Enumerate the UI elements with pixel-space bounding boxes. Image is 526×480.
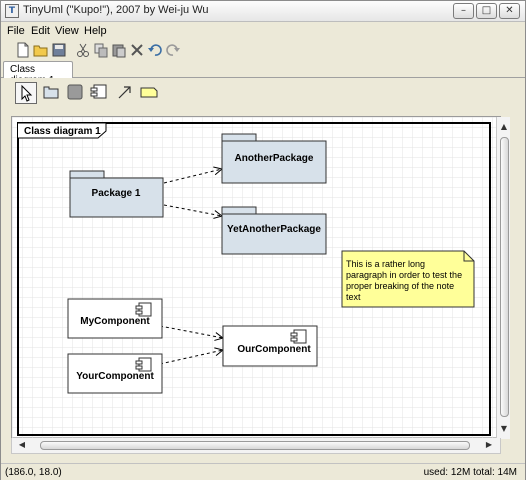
diagram-svg: Class diagram 1 Package 1 AnotherPackage (12, 117, 496, 439)
close-button[interactable]: ✕ (499, 3, 520, 19)
scroll-left-icon[interactable]: ◀ (15, 438, 29, 452)
component-name: YourComponent (76, 371, 154, 382)
arrow-pointer-icon (21, 84, 33, 102)
menu-bar: File Edit View Help (1, 22, 525, 40)
redo-icon[interactable] (165, 42, 181, 58)
menu-view[interactable]: View (55, 25, 79, 37)
maximize-button[interactable]: □ (476, 3, 497, 19)
note-line: proper breaking of the note (346, 281, 454, 291)
diagram-frame-label: Class diagram 1 (24, 126, 101, 137)
scroll-down-icon[interactable]: ▼ (497, 422, 511, 436)
component-name: MyComponent (80, 316, 150, 327)
tab-class-diagram-1[interactable]: Class diagram 1 (3, 61, 73, 86)
note-icon (140, 87, 158, 98)
scroll-right-icon[interactable]: ▶ (482, 438, 496, 452)
dependency-tool-button[interactable] (115, 82, 137, 104)
package-node[interactable]: AnotherPackage (221, 133, 327, 184)
vertical-scrollbar[interactable]: ▲ ▼ (496, 117, 510, 439)
component-node[interactable]: OurComponent (222, 325, 318, 367)
package-name: Package 1 (92, 188, 141, 199)
vertical-scroll-thumb[interactable] (500, 137, 509, 417)
delete-icon[interactable] (129, 42, 145, 58)
note-line: text (346, 292, 361, 302)
diagram-canvas[interactable]: Class diagram 1 Package 1 AnotherPackage (11, 116, 510, 439)
minimize-button[interactable]: – (453, 3, 474, 19)
dependency-arrow-icon (118, 86, 131, 99)
cut-icon[interactable] (75, 42, 91, 58)
select-tool-button[interactable] (15, 82, 37, 104)
save-icon[interactable] (51, 42, 67, 58)
app-icon: T (5, 4, 19, 18)
new-icon[interactable] (15, 42, 31, 58)
title-bar: T TinyUml ("Kupo!"), 2007 by Wei-ju Wu –… (1, 1, 525, 22)
horizontal-scroll-thumb[interactable] (40, 441, 470, 450)
menu-help[interactable]: Help (84, 25, 107, 37)
component-node[interactable]: YourComponent (67, 353, 163, 394)
package-icon (43, 86, 59, 99)
component-icon (90, 84, 107, 99)
menu-edit[interactable]: Edit (31, 25, 50, 37)
status-bar: (186.0, 18.0) used: 12M total: 14M (1, 463, 525, 480)
class-icon (67, 84, 83, 100)
paste-icon[interactable] (111, 42, 127, 58)
cursor-coordinates: (186.0, 18.0) (5, 467, 62, 478)
note-line: This is a rather long (346, 259, 425, 269)
class-tool-button[interactable] (65, 82, 87, 104)
window-title: TinyUml ("Kupo!"), 2007 by Wei-ju Wu (23, 4, 209, 16)
scroll-up-icon[interactable]: ▲ (497, 120, 511, 134)
memory-usage: used: 12M total: 14M (423, 467, 517, 478)
undo-icon[interactable] (147, 42, 163, 58)
tab-strip: Class diagram 1 (1, 60, 525, 86)
copy-icon[interactable] (93, 42, 109, 58)
package-node[interactable]: Package 1 (69, 170, 164, 218)
note-node[interactable]: This is a rather long paragraph in order… (341, 250, 475, 308)
package-node[interactable]: YetAnotherPackage (221, 206, 327, 255)
package-name: AnotherPackage (235, 153, 314, 164)
package-tool-button[interactable] (41, 82, 63, 104)
horizontal-scrollbar[interactable]: ◀ ▶ (11, 438, 501, 454)
note-line: paragraph in order to test the (346, 270, 462, 280)
open-icon[interactable] (33, 42, 49, 58)
component-name: OurComponent (237, 344, 311, 355)
toolbar (1, 40, 525, 60)
app-window: T TinyUml ("Kupo!"), 2007 by Wei-ju Wu –… (0, 0, 526, 480)
note-tool-button[interactable] (139, 82, 161, 104)
menu-file[interactable]: File (7, 25, 25, 37)
component-node[interactable]: MyComponent (67, 298, 163, 339)
component-tool-button[interactable] (89, 82, 111, 104)
package-name: YetAnotherPackage (227, 224, 321, 235)
tool-palette (1, 78, 525, 109)
